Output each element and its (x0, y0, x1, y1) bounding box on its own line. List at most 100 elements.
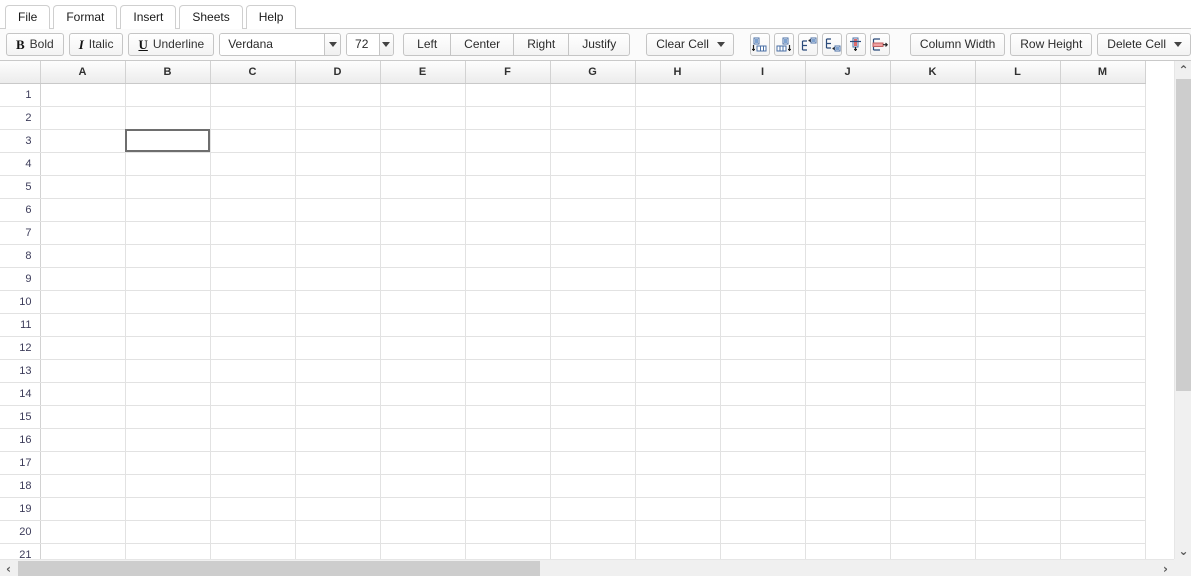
cell-J14[interactable] (805, 382, 891, 406)
cell-L13[interactable] (975, 359, 1061, 383)
cell-H13[interactable] (635, 359, 721, 383)
cell-H5[interactable] (635, 175, 721, 199)
row-header-3[interactable]: 3 (0, 129, 41, 153)
cell-D10[interactable] (295, 290, 381, 314)
cell-J8[interactable] (805, 244, 891, 268)
cell-C12[interactable] (210, 336, 296, 360)
cell-I9[interactable] (720, 267, 806, 291)
align-justify-button[interactable]: Justify (568, 33, 631, 56)
cell-D20[interactable] (295, 520, 381, 544)
insert-column-after-button[interactable] (773, 33, 794, 56)
insert-row-below-button[interactable] (821, 33, 842, 56)
cell-E13[interactable] (380, 359, 466, 383)
delete-cell-button[interactable]: Delete Cell (1097, 33, 1191, 56)
cell-G7[interactable] (550, 221, 636, 245)
cell-L10[interactable] (975, 290, 1061, 314)
cell-A2[interactable] (40, 106, 126, 130)
column-header-D[interactable]: D (295, 61, 381, 84)
cell-L11[interactable] (975, 313, 1061, 337)
cell-G6[interactable] (550, 198, 636, 222)
cell-B7[interactable] (125, 221, 211, 245)
cell-E1[interactable] (380, 83, 466, 107)
cell-C6[interactable] (210, 198, 296, 222)
cell-C7[interactable] (210, 221, 296, 245)
cell-A7[interactable] (40, 221, 126, 245)
cell-H6[interactable] (635, 198, 721, 222)
cell-D1[interactable] (295, 83, 381, 107)
cell-B14[interactable] (125, 382, 211, 406)
cell-G18[interactable] (550, 474, 636, 498)
cell-D9[interactable] (295, 267, 381, 291)
cell-F8[interactable] (465, 244, 551, 268)
cell-B15[interactable] (125, 405, 211, 429)
cell-E19[interactable] (380, 497, 466, 521)
grid-viewport[interactable]: ABCDEFGHIJKLM 1 2 3 4 5 6 7 8 9 10 11 12 13 14 15 16 17 1… (0, 61, 1174, 559)
cell-K12[interactable] (890, 336, 976, 360)
cell-K3[interactable] (890, 129, 976, 153)
cell-E5[interactable] (380, 175, 466, 199)
cell-J18[interactable] (805, 474, 891, 498)
cell-G2[interactable] (550, 106, 636, 130)
cell-I18[interactable] (720, 474, 806, 498)
vertical-scrollbar[interactable]: ⌃ ⌄ (1174, 61, 1191, 559)
cell-E10[interactable] (380, 290, 466, 314)
cell-F2[interactable] (465, 106, 551, 130)
cell-C15[interactable] (210, 405, 296, 429)
cell-D3[interactable] (295, 129, 381, 153)
cell-F20[interactable] (465, 520, 551, 544)
cell-A6[interactable] (40, 198, 126, 222)
cell-G3[interactable] (550, 129, 636, 153)
cell-B12[interactable] (125, 336, 211, 360)
cell-H20[interactable] (635, 520, 721, 544)
cell-C16[interactable] (210, 428, 296, 452)
cell-A10[interactable] (40, 290, 126, 314)
font-size-select[interactable]: 72 (346, 33, 395, 56)
cell-I4[interactable] (720, 152, 806, 176)
cell-B6[interactable] (125, 198, 211, 222)
cell-L2[interactable] (975, 106, 1061, 130)
cell-I6[interactable] (720, 198, 806, 222)
cell-G8[interactable] (550, 244, 636, 268)
cell-F19[interactable] (465, 497, 551, 521)
cell-M17[interactable] (1060, 451, 1146, 475)
cell-B16[interactable] (125, 428, 211, 452)
select-all-corner[interactable] (0, 61, 41, 84)
cell-C2[interactable] (210, 106, 296, 130)
cell-E7[interactable] (380, 221, 466, 245)
cell-C19[interactable] (210, 497, 296, 521)
cell-I7[interactable] (720, 221, 806, 245)
row-header-15[interactable]: 15 (0, 405, 41, 429)
cell-L21[interactable] (975, 543, 1061, 559)
scroll-left-button[interactable]: ‹ (0, 560, 17, 576)
cell-I1[interactable] (720, 83, 806, 107)
cell-J1[interactable] (805, 83, 891, 107)
cell-E18[interactable] (380, 474, 466, 498)
cell-H21[interactable] (635, 543, 721, 559)
row-header-16[interactable]: 16 (0, 428, 41, 452)
cell-A15[interactable] (40, 405, 126, 429)
cell-K2[interactable] (890, 106, 976, 130)
cell-L20[interactable] (975, 520, 1061, 544)
cell-H12[interactable] (635, 336, 721, 360)
cell-G11[interactable] (550, 313, 636, 337)
cell-D8[interactable] (295, 244, 381, 268)
cell-C17[interactable] (210, 451, 296, 475)
cell-B13[interactable] (125, 359, 211, 383)
cell-G1[interactable] (550, 83, 636, 107)
cell-L9[interactable] (975, 267, 1061, 291)
cell-C9[interactable] (210, 267, 296, 291)
cell-M14[interactable] (1060, 382, 1146, 406)
cell-H15[interactable] (635, 405, 721, 429)
row-header-2[interactable]: 2 (0, 106, 41, 130)
cell-F3[interactable] (465, 129, 551, 153)
cell-C1[interactable] (210, 83, 296, 107)
cell-L8[interactable] (975, 244, 1061, 268)
cell-L16[interactable] (975, 428, 1061, 452)
cell-B8[interactable] (125, 244, 211, 268)
cell-C4[interactable] (210, 152, 296, 176)
cell-E15[interactable] (380, 405, 466, 429)
cell-M19[interactable] (1060, 497, 1146, 521)
cell-D2[interactable] (295, 106, 381, 130)
cell-M18[interactable] (1060, 474, 1146, 498)
cell-D12[interactable] (295, 336, 381, 360)
